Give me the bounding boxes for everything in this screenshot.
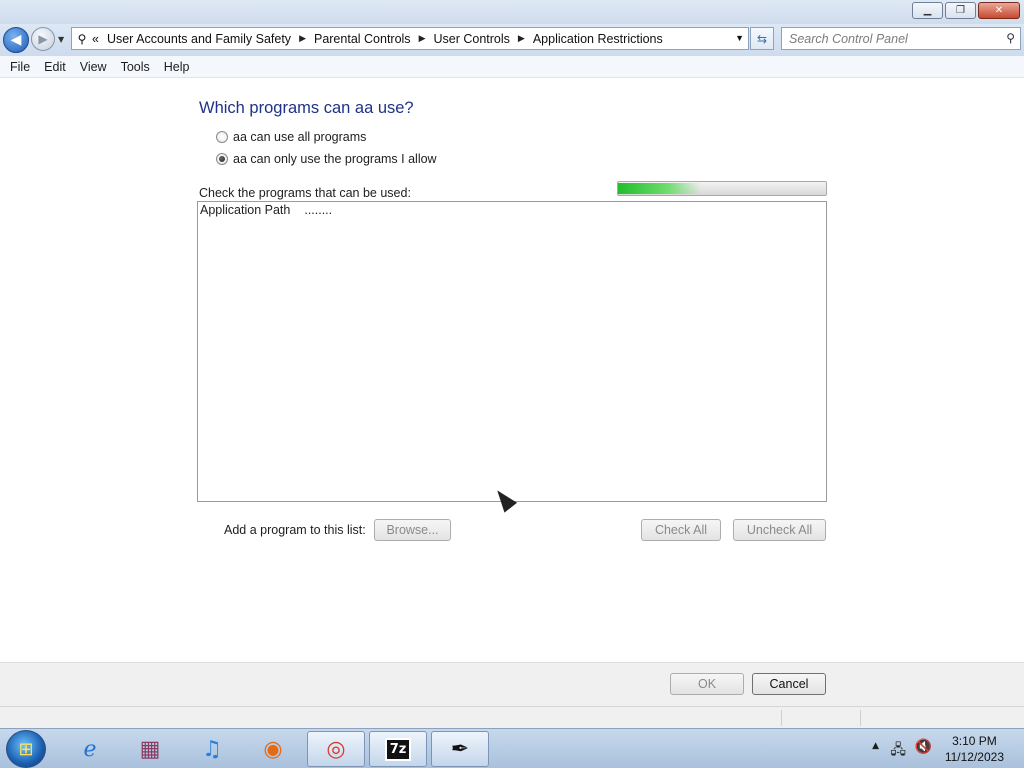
status-divider — [860, 710, 861, 726]
breadcrumb-chevron-icon[interactable]: ▶ — [518, 33, 525, 44]
menu-help[interactable]: Help — [157, 60, 197, 74]
status-divider — [781, 710, 782, 726]
uncheck-all-button[interactable]: Uncheck All — [733, 519, 826, 541]
firefox-icon[interactable]: ◉ — [244, 731, 302, 767]
breadcrumb-chevron-icon[interactable]: ▶ — [299, 33, 306, 44]
refresh-icon: ⇆ — [756, 31, 768, 46]
search-input[interactable]: Search Control Panel ⚲ — [781, 27, 1021, 50]
dialog-footer: OK Cancel — [0, 662, 1024, 706]
paint-icon[interactable]: ✒ — [431, 731, 489, 767]
radio-all-programs[interactable]: aa can use all programs — [216, 130, 366, 144]
menu-view[interactable]: View — [73, 60, 114, 74]
programs-list[interactable]: Application Path........ — [197, 201, 827, 502]
check-all-button[interactable]: Check All — [641, 519, 721, 541]
forward-arrow-icon: ▶ — [38, 32, 48, 46]
radio-only-allowed-button[interactable] — [216, 153, 228, 165]
window-controls: ▁ ❐ ✕ — [912, 2, 1020, 19]
refresh-button[interactable]: ⇆ — [750, 27, 774, 50]
progress-fill — [618, 183, 702, 194]
winrar-icon[interactable]: ▦ — [121, 731, 179, 767]
loading-progress-bar — [617, 181, 827, 196]
control-panel-icon: ⚲ — [77, 31, 87, 46]
itunes-icon[interactable]: ♫ — [183, 731, 241, 767]
browse-button[interactable]: Browse... — [374, 519, 451, 541]
start-button[interactable]: ⊞ — [6, 730, 46, 768]
cancel-button[interactable]: Cancel — [752, 673, 826, 695]
list-header: Application Path........ — [200, 203, 332, 217]
windows-logo-icon: ⊞ — [18, 738, 34, 760]
breadcrumb-application-restrictions[interactable]: Application Restrictions — [533, 32, 663, 46]
network-icon[interactable]: 🖧 — [890, 739, 906, 763]
radio-all-programs-label: aa can use all programs — [233, 130, 367, 144]
radio-only-allowed[interactable]: aa can only use the programs I allow — [216, 152, 437, 166]
search-icon[interactable]: ⚲ — [1006, 31, 1015, 45]
minimize-button[interactable]: ▁ — [912, 2, 943, 19]
menu-tools[interactable]: Tools — [114, 60, 157, 74]
add-program-label: Add a program to this list: — [224, 523, 366, 537]
page-title: Which programs can aa use? — [199, 99, 414, 117]
back-arrow-icon: ◀ — [10, 32, 22, 48]
check-programs-label: Check the programs that can be used: — [199, 186, 411, 200]
menu-edit[interactable]: Edit — [37, 60, 73, 74]
main-content: Which programs can aa use? aa can use al… — [0, 79, 1024, 662]
breadcrumb-overflow[interactable]: « — [92, 32, 99, 46]
volume-muted-icon[interactable]: 🔇 — [915, 739, 932, 755]
application-path-column: Application Path — [200, 203, 291, 217]
close-icon: ✕ — [994, 5, 1004, 16]
chrome-icon[interactable]: ◎ — [307, 731, 365, 767]
address-bar[interactable]: ⚲ « User Accounts and Family Safety ▶ Pa… — [71, 27, 749, 50]
close-button[interactable]: ✕ — [978, 2, 1020, 19]
clock[interactable]: 3:10 PM 11/12/2023 — [945, 733, 1004, 765]
radio-all-programs-button[interactable] — [216, 131, 228, 143]
show-hidden-icons-icon[interactable]: ▲ — [872, 741, 879, 751]
back-button[interactable]: ◀ — [3, 27, 29, 53]
title-bar: ▁ ❐ ✕ — [0, 0, 1024, 24]
maximize-icon: ❐ — [956, 5, 965, 16]
menu-file[interactable]: File — [3, 60, 37, 74]
forward-button[interactable]: ▶ — [31, 27, 55, 51]
breadcrumb-user-controls[interactable]: User Controls — [433, 32, 509, 46]
taskbar: ⊞ ℯ ▦ ♫ ◉ ◎ 7z ✒ ▲ 🖧 🔇 3:10 PM 11/12/202… — [0, 728, 1024, 768]
breadcrumb-chevron-icon[interactable]: ▶ — [419, 33, 426, 44]
address-dropdown-icon[interactable]: ▼ — [735, 33, 744, 43]
clock-time: 3:10 PM — [952, 734, 997, 748]
status-bar — [0, 706, 1024, 728]
search-placeholder: Search Control Panel — [789, 31, 908, 46]
maximize-button[interactable]: ❐ — [945, 2, 976, 19]
navigation-bar: ◀ ▶ ▼ ⚲ « User Accounts and Family Safet… — [0, 24, 1024, 56]
menu-bar: File Edit View Tools Help — [0, 56, 1024, 78]
loading-dots: ........ — [304, 203, 333, 217]
internet-explorer-icon[interactable]: ℯ — [61, 731, 119, 767]
recent-pages-dropdown-icon[interactable]: ▼ — [58, 35, 64, 44]
breadcrumb-parental-controls[interactable]: Parental Controls — [314, 32, 411, 46]
clock-date: 11/12/2023 — [944, 750, 1004, 764]
minimize-icon: ▁ — [923, 5, 932, 16]
breadcrumb-user-accounts[interactable]: User Accounts and Family Safety — [107, 32, 291, 46]
ok-button[interactable]: OK — [670, 673, 744, 695]
7zip-icon[interactable]: 7z — [369, 731, 427, 767]
radio-only-allowed-label: aa can only use the programs I allow — [233, 152, 437, 166]
